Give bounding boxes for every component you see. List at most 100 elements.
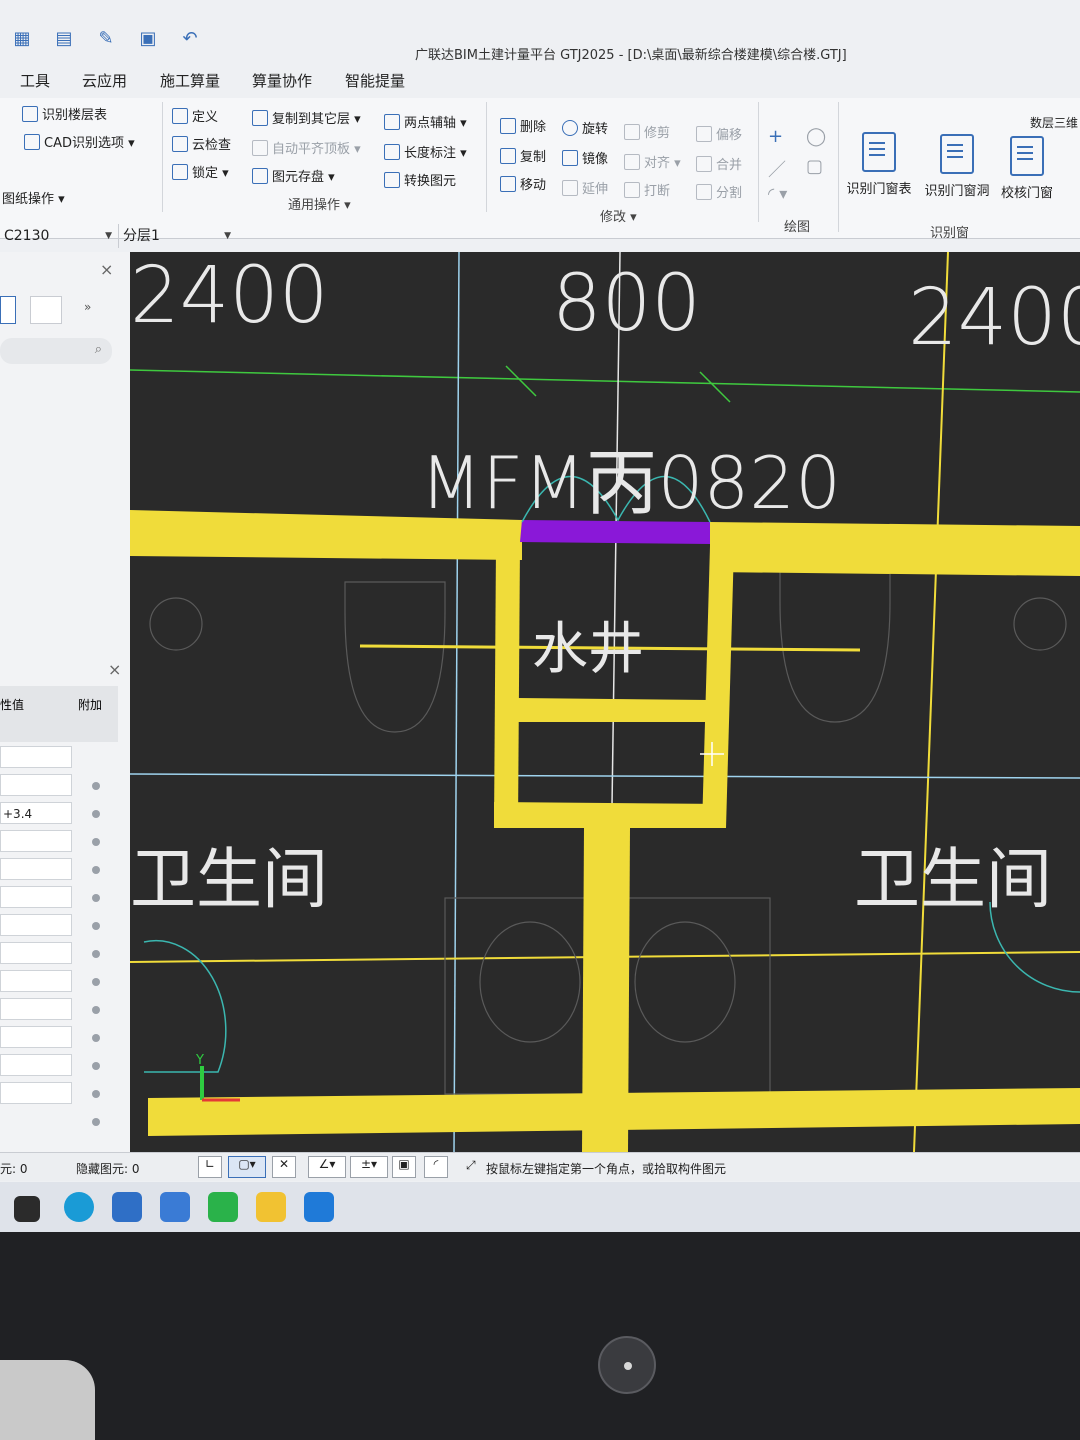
hidden-count: 隐藏图元: 0 — [76, 1162, 140, 1176]
drawing-ops-button[interactable]: 图纸操作 ▾ — [2, 188, 65, 207]
start-icon[interactable] — [14, 1196, 40, 1222]
cloud-check-button[interactable]: 云检查 — [172, 134, 231, 153]
grid-snap-icon[interactable]: ▣ — [392, 1156, 416, 1178]
property-dot[interactable] — [92, 922, 100, 930]
break-button[interactable]: 打断 — [624, 180, 670, 199]
save-icon[interactable]: ▣ — [136, 28, 160, 50]
property-dot[interactable] — [92, 810, 100, 818]
menu-construction[interactable]: 施工算量 — [160, 70, 220, 91]
panel-toggle-icon[interactable] — [0, 296, 16, 324]
property-row[interactable] — [0, 830, 72, 852]
menu-tools[interactable]: 工具 — [20, 70, 50, 91]
menu-cloud[interactable]: 云应用 — [82, 70, 127, 91]
mirror-button[interactable]: 镜像 — [562, 148, 608, 167]
property-row[interactable] — [0, 1082, 72, 1104]
menu-collab[interactable]: 算量协作 — [252, 70, 312, 91]
copy-to-layer-button[interactable]: 复制到其它层 ▾ — [252, 108, 361, 127]
property-row[interactable]: +3.4 — [0, 802, 72, 824]
pen-icon[interactable]: ✎ — [94, 28, 118, 50]
property-dot[interactable] — [92, 1118, 100, 1126]
layout-icon[interactable] — [30, 296, 62, 324]
rectangle-icon[interactable]: ▢ — [806, 156, 823, 177]
move-button[interactable]: 移动 — [500, 174, 546, 193]
cad-options-button[interactable]: CAD识别选项 ▾ — [24, 132, 135, 151]
close-icon[interactable]: × — [108, 660, 121, 679]
point-icon[interactable]: + — [768, 126, 783, 147]
property-dot[interactable] — [92, 838, 100, 846]
property-row[interactable] — [0, 1054, 72, 1076]
offset-snap-icon[interactable]: ±▾ — [350, 1156, 388, 1178]
trim-button[interactable]: 修剪 — [624, 122, 670, 141]
recognize-door-opening-button[interactable]: 识别门窗洞 — [920, 134, 994, 199]
arc-icon[interactable]: ◜ ▾ — [768, 184, 787, 203]
property-dot[interactable] — [92, 1062, 100, 1070]
property-dot[interactable] — [92, 866, 100, 874]
property-row[interactable] — [0, 914, 72, 936]
property-row[interactable] — [0, 774, 72, 796]
delete-button[interactable]: 删除 — [500, 116, 546, 135]
drawing-canvas[interactable]: 2400 800 2400 MFM丙0820 水井 卫生间 卫生间 Y — [130, 252, 1080, 1152]
rotate-button[interactable]: 旋转 — [562, 118, 608, 137]
shaft-wall-bottom — [494, 802, 726, 828]
recognize-floor-table-button[interactable]: 识别楼层表 — [22, 104, 107, 123]
convert-element-button[interactable]: 转换图元 — [384, 170, 456, 189]
property-row[interactable] — [0, 1026, 72, 1048]
copy-button[interactable]: 复制 — [500, 146, 546, 165]
expand-icon[interactable]: » — [84, 300, 91, 314]
align-button[interactable]: 对齐 ▾ — [624, 152, 681, 171]
menu-smart[interactable]: 智能提量 — [345, 70, 405, 91]
property-dot[interactable] — [92, 950, 100, 958]
undo-icon[interactable]: ↶ — [178, 28, 202, 50]
property-dot[interactable] — [92, 782, 100, 790]
grid-icon[interactable]: ▦ — [10, 28, 34, 50]
floor-3d-button[interactable]: 数层三维 — [1030, 114, 1078, 131]
recognize-door-table-button[interactable]: 识别门窗表 — [842, 132, 916, 197]
merge-button[interactable]: 合并 — [696, 154, 742, 173]
app-window: ▦ ▤ ✎ ▣ ↶ 广联达BIM土建计量平台 GTJ2025 - [D:\桌面\… — [0, 0, 1080, 1232]
split-button[interactable]: 分割 — [696, 182, 742, 201]
save-element-button[interactable]: 图元存盘 ▾ — [252, 166, 335, 185]
property-dot[interactable] — [92, 978, 100, 986]
angle-icon[interactable]: ∠▾ — [308, 1156, 346, 1178]
gtj-icon[interactable] — [304, 1192, 334, 1222]
cross-icon[interactable]: ✕ — [272, 1156, 296, 1178]
property-dot[interactable] — [92, 1090, 100, 1098]
property-row[interactable] — [0, 858, 72, 880]
calc-icon[interactable] — [160, 1192, 190, 1222]
snap-box-icon[interactable]: ▢▾ — [228, 1156, 266, 1178]
cad-drawing[interactable]: 2400 800 2400 MFM丙0820 水井 卫生间 卫生间 Y — [130, 252, 1080, 1152]
search-input[interactable]: ⌕ — [0, 338, 112, 364]
wechat-icon[interactable] — [208, 1192, 238, 1222]
layer-icon[interactable]: ▤ — [52, 28, 76, 50]
property-row[interactable] — [0, 886, 72, 908]
property-row[interactable] — [0, 970, 72, 992]
offset-button[interactable]: 偏移 — [696, 124, 742, 143]
define-icon — [172, 108, 188, 124]
dimension-left: 2400 — [130, 252, 329, 341]
ortho-icon[interactable]: ∟ — [198, 1156, 222, 1178]
extend-button[interactable]: 延伸 — [562, 178, 608, 197]
close-icon[interactable]: × — [100, 260, 113, 279]
property-row[interactable] — [0, 746, 72, 768]
lock-button[interactable]: 锁定 ▾ — [172, 162, 229, 181]
circle-icon[interactable]: ◯ — [806, 126, 826, 147]
property-dot[interactable] — [92, 1034, 100, 1042]
length-dimension-button[interactable]: 长度标注 ▾ — [384, 142, 467, 161]
component-select[interactable]: C2130 ▼ — [0, 224, 118, 248]
property-row[interactable] — [0, 998, 72, 1020]
check-door-button[interactable]: 校核门窗 — [990, 136, 1064, 201]
property-dot[interactable] — [92, 894, 100, 902]
auto-align-slab-button[interactable]: 自动平齐顶板 ▾ — [252, 138, 361, 157]
property-row[interactable] — [0, 942, 72, 964]
line-icon[interactable]: ／ — [768, 156, 786, 182]
ucs-y-label: Y — [195, 1053, 204, 1068]
edge-icon[interactable] — [64, 1192, 94, 1222]
folder-icon[interactable] — [256, 1192, 286, 1222]
property-dot[interactable] — [92, 1006, 100, 1014]
arc-snap-icon[interactable]: ◜ — [424, 1156, 448, 1178]
define-button[interactable]: 定义 — [172, 106, 218, 125]
two-point-axis-button[interactable]: 两点辅轴 ▾ — [384, 112, 467, 131]
app-icon[interactable] — [112, 1192, 142, 1222]
layer-select[interactable]: 分层1 ▼ — [118, 224, 237, 248]
lock-icon — [172, 164, 188, 180]
